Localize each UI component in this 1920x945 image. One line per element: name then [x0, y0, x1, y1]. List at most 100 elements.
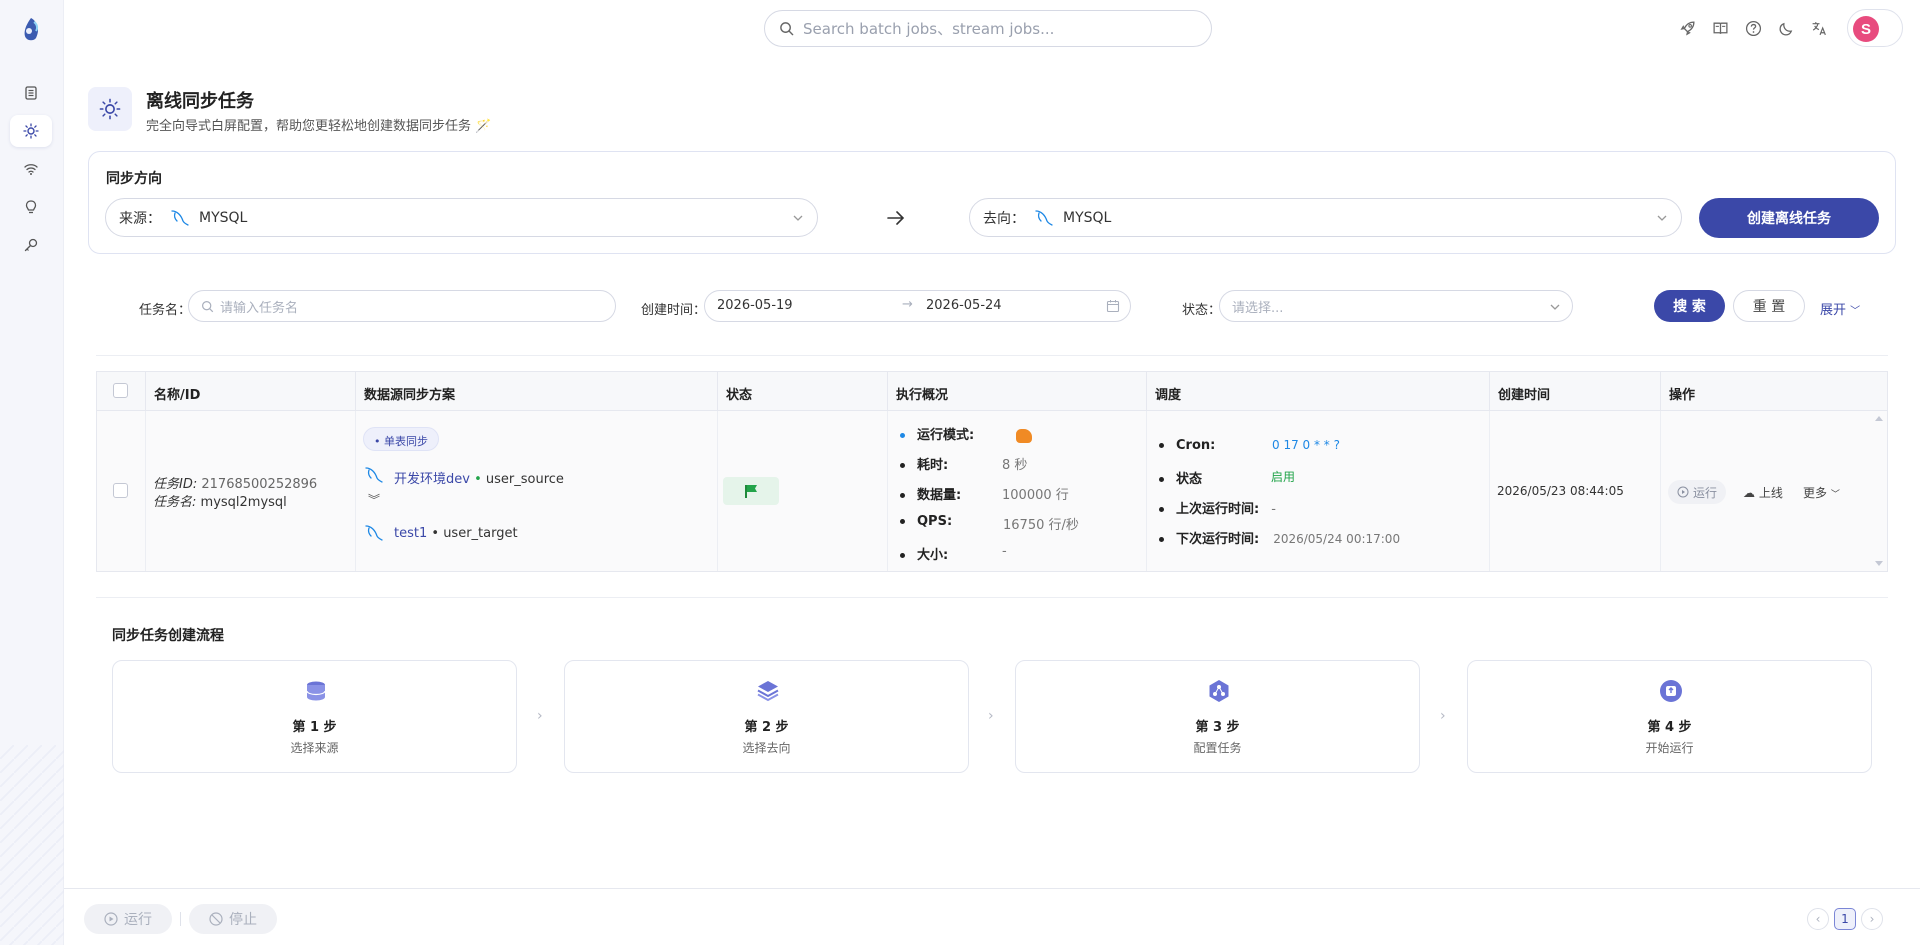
user-menu[interactable]: S [1847, 9, 1903, 47]
run-button[interactable]: 运行 [1668, 480, 1726, 504]
sidebar-item-explore[interactable] [10, 229, 52, 261]
step-name: 第 3 步 [1195, 720, 1240, 735]
divider [96, 597, 1888, 598]
online-button[interactable]: ☁︎ 上线 [1743, 484, 1783, 501]
date-range-arrow-icon: → [902, 297, 913, 312]
more-dropdown[interactable]: 更多 ﹀ [1803, 484, 1840, 501]
play-icon [104, 912, 118, 926]
step-separator-icon: › [988, 708, 994, 724]
cloud-upload-icon: ☁︎ [1743, 486, 1755, 500]
task-name-input[interactable]: 请输入任务名 [188, 290, 616, 322]
target-label: 去向： [983, 210, 1025, 227]
target-value: MYSQL [1063, 209, 1112, 226]
td-schedule: Cron: 0 17 0 * * ? 状态 启用 上次运行时间: - 下次运行时间: 2… [1147, 411, 1490, 571]
td-sync-plan: • 单表同步 开发环境dev • user_source ︾ test1 • u… [356, 411, 718, 571]
target-select[interactable]: 去向： MYSQL [969, 198, 1682, 237]
global-search-placeholder: Search batch jobs、stream jobs... [803, 20, 1055, 38]
reset-button[interactable]: 重 置 [1733, 290, 1805, 322]
sidebar-item-offline-sync[interactable] [10, 115, 52, 147]
mysql-icon [365, 525, 383, 541]
list-icon [25, 86, 37, 100]
mysql-icon [171, 209, 189, 226]
sync-direction-card: 同步方向 来源： MYSQL 去向： MYSQL 创建离线任务 [88, 151, 1896, 254]
direction-title: 同步方向 [106, 171, 162, 187]
task-name-label: 任务名： [139, 303, 192, 318]
page-number-current[interactable]: 1 [1834, 908, 1856, 930]
search-button[interactable]: 搜 索 [1654, 290, 1725, 322]
scroll-up-icon[interactable] [1874, 414, 1884, 422]
mysql-icon [1035, 209, 1053, 226]
search-icon [780, 22, 794, 36]
translate-icon[interactable] [1808, 17, 1830, 39]
divider [96, 355, 1888, 356]
schedule-status: 状态 启用 [1159, 468, 1295, 487]
expand-link[interactable]: 展开 ﹀ [1820, 299, 1860, 318]
chevron-down-icon [1657, 215, 1667, 221]
td-select [97, 411, 146, 571]
batch-stop-button[interactable]: 停止 [189, 904, 277, 934]
next-page-button[interactable]: › [1861, 908, 1883, 930]
exec-qps: QPS: 16750 行/秒 [900, 514, 1079, 533]
step-separator-icon: › [537, 708, 543, 724]
target-datasource[interactable]: test1 • user_target [394, 526, 518, 541]
date-start[interactable]: 2026-05-19 [717, 298, 793, 313]
source-datasource[interactable]: 开发环境dev • user_source [394, 468, 564, 487]
scroll-down-icon[interactable] [1874, 560, 1884, 568]
status-badge [723, 477, 779, 505]
app-logo-icon[interactable] [18, 14, 44, 44]
row-checkbox[interactable] [113, 483, 128, 498]
batch-run-button[interactable]: 运行 [84, 904, 172, 934]
stop-icon [209, 912, 223, 926]
th-created: 创建时间 [1490, 372, 1661, 411]
sidebar-item-list[interactable] [10, 77, 52, 109]
play-icon [1677, 486, 1689, 498]
hand-icon [1016, 428, 1033, 443]
exec-size: 大小: - [900, 544, 1007, 563]
book-icon[interactable] [1709, 17, 1731, 39]
sync-type-tag: • 单表同步 [363, 427, 439, 451]
avatar[interactable]: S [1853, 16, 1879, 42]
launch-badge-icon [1660, 680, 1682, 702]
date-range-picker[interactable]: 2026-05-19 → 2026-05-24 [704, 290, 1131, 322]
step-card-2: 第 2 步 选择去向 [564, 660, 969, 773]
hexagon-network-icon [1209, 680, 1229, 702]
th-schedule: 调度 [1147, 372, 1490, 411]
task-table: 名称/ID 数据源同步方案 状态 执行概况 调度 创建时间 操作 任务ID: 2… [96, 371, 1888, 572]
select-all-checkbox[interactable] [113, 383, 128, 398]
divider [180, 912, 181, 926]
th-sync-plan: 数据源同步方案 [356, 372, 718, 411]
moon-icon[interactable] [1775, 17, 1797, 39]
page-title: 离线同步任务 [146, 91, 254, 112]
filter-bar: 任务名： 请输入任务名 创建时间： 2026-05-19 → 2026-05-2… [88, 290, 1896, 324]
double-chevron-down-icon[interactable]: ︾ [368, 491, 380, 508]
sidebar-decor-pattern [0, 745, 64, 945]
status-select[interactable]: 请选择... [1219, 290, 1573, 322]
source-value: MYSQL [199, 209, 248, 226]
footer-bar: 运行 停止 ‹ 1 › [64, 888, 1920, 945]
step-desc: 配置任务 [1193, 741, 1242, 755]
expand-label: 展开 [1820, 303, 1847, 318]
chevron-down-icon [793, 215, 803, 221]
exec-volume: 数据量: 100000 行 [900, 484, 1069, 503]
layers-icon [757, 681, 779, 702]
date-end[interactable]: 2026-05-24 [926, 298, 1002, 313]
step-desc: 选择来源 [290, 741, 339, 755]
database-icon [306, 681, 326, 701]
global-search-input[interactable]: Search batch jobs、stream jobs... [764, 10, 1212, 47]
sidebar-item-ideas[interactable] [10, 191, 52, 223]
rocket-icon[interactable] [1676, 17, 1698, 39]
source-select[interactable]: 来源： MYSQL [105, 198, 818, 237]
sidebar-item-stream[interactable] [10, 153, 52, 185]
status-label: 状态： [1182, 303, 1222, 318]
calendar-icon [1106, 300, 1120, 313]
help-icon[interactable] [1742, 17, 1764, 39]
table-row: 任务ID: 21768500252896 任务名: mysql2mysql [146, 411, 356, 571]
create-offline-task-button[interactable]: 创建离线任务 [1699, 198, 1879, 238]
prev-page-button[interactable]: ‹ [1807, 908, 1829, 930]
step-name: 第 2 步 [744, 720, 789, 735]
th-name: 名称/ID [146, 372, 356, 411]
td-exec: 运行模式: 耗时: 8 秒 数据量: 100000 行 QPS: 16750 行/秒 … [888, 411, 1147, 571]
schedule-last-run: 上次运行时间: - [1159, 498, 1276, 517]
source-label: 来源： [119, 210, 161, 227]
step-card-3: 第 3 步 配置任务 [1015, 660, 1420, 773]
